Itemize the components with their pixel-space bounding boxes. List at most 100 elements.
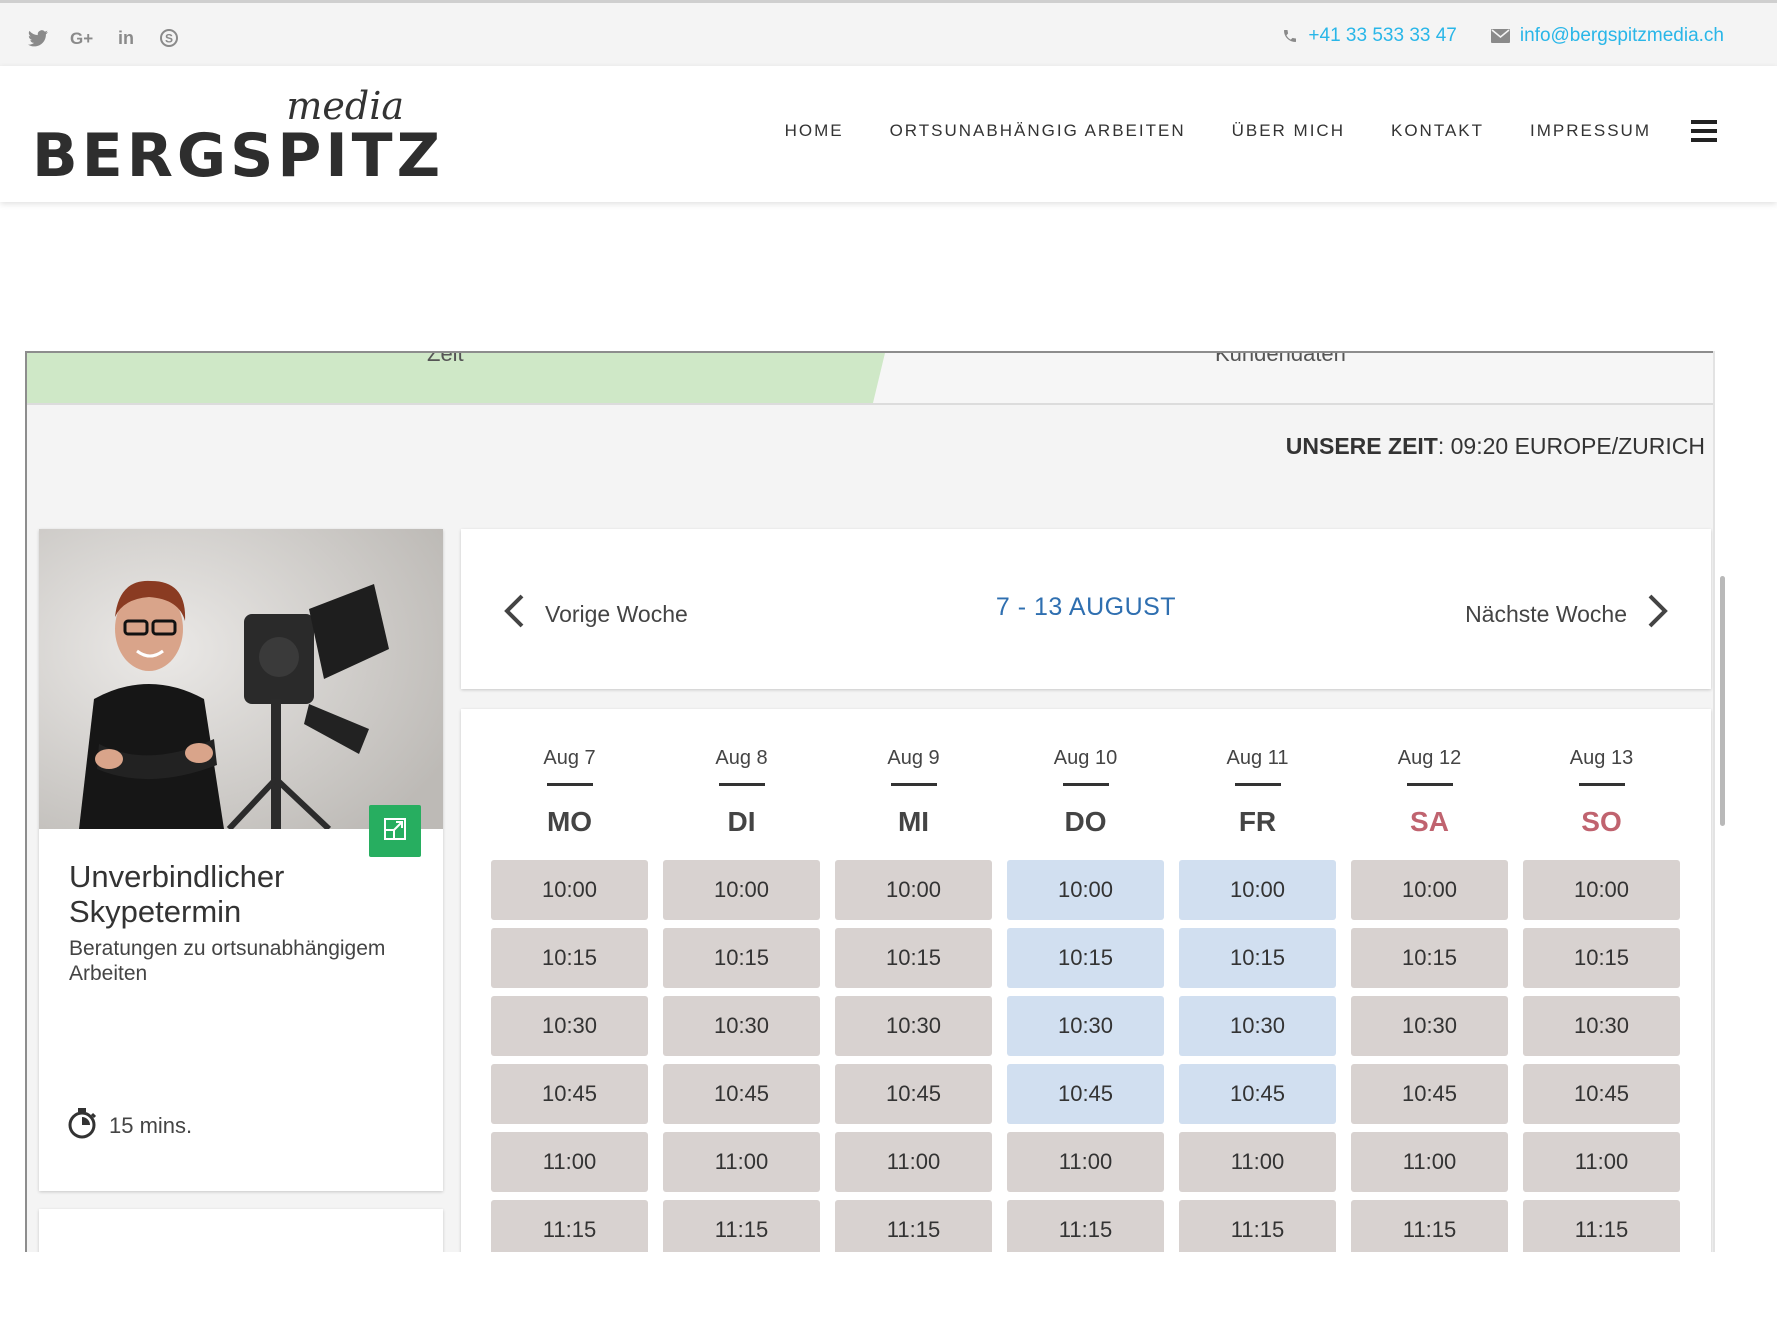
svg-text:in: in bbox=[118, 29, 134, 47]
time-slot[interactable]: 11:00 bbox=[491, 1132, 648, 1192]
time-slot[interactable]: 10:45 bbox=[1351, 1064, 1508, 1124]
step-time-label: Zeit bbox=[427, 351, 464, 366]
time-slot[interactable]: 10:45 bbox=[491, 1064, 648, 1124]
time-slot[interactable]: 10:15 bbox=[491, 928, 648, 988]
day-column: Aug 13 SO 10:00 10:15 10:30 10:45 11:00 11:15 bbox=[1523, 743, 1680, 1252]
service-subtitle: Beratungen zu ortsunabhängigem Arbeiten bbox=[69, 937, 386, 985]
time-slot[interactable]: 10:00 bbox=[1351, 860, 1508, 920]
next-week-button[interactable]: Nächste Woche bbox=[1465, 593, 1669, 635]
time-slot[interactable]: 11:15 bbox=[1523, 1200, 1680, 1252]
expand-icon bbox=[383, 817, 407, 846]
time-slot[interactable]: 10:30 bbox=[1007, 996, 1164, 1056]
twitter-icon[interactable] bbox=[28, 27, 48, 49]
time-slot[interactable]: 10:15 bbox=[663, 928, 820, 988]
time-slot[interactable]: 10:15 bbox=[1523, 928, 1680, 988]
time-slot[interactable]: 10:15 bbox=[1007, 928, 1164, 988]
day-column: Aug 11 FR 10:00 10:15 10:30 10:45 11:00 11:15 bbox=[1179, 743, 1336, 1252]
time-slot[interactable]: 11:15 bbox=[835, 1200, 992, 1252]
time-slot[interactable]: 10:00 bbox=[835, 860, 992, 920]
day-of-week: FR bbox=[1238, 806, 1277, 837]
day-of-week: DO bbox=[1064, 806, 1107, 837]
time-slot[interactable]: 10:45 bbox=[663, 1064, 820, 1124]
day-of-week: DI bbox=[727, 806, 756, 837]
day-divider bbox=[546, 783, 593, 786]
time-slot[interactable]: 10:30 bbox=[1179, 996, 1336, 1056]
time-slot[interactable]: 11:00 bbox=[1523, 1132, 1680, 1192]
day-columns: Aug 7 MO 10:00 10:15 10:30 10:45 11:00 11:15 Aug… bbox=[491, 743, 1680, 1252]
nav-ortsunabhaengig-arbeiten[interactable]: ORTSUNABHÄNGIG ARBEITEN bbox=[890, 121, 1186, 141]
service-duration: 15 mins. bbox=[67, 1107, 192, 1145]
linkedin-icon[interactable]: in bbox=[118, 27, 138, 49]
time-slot[interactable]: 10:45 bbox=[1523, 1064, 1680, 1124]
main-nav: HOME ORTSUNABHÄNGIG ARBEITEN ÜBER MICH K… bbox=[785, 120, 1717, 142]
day-of-week: SO bbox=[1581, 806, 1622, 837]
social-links: G+ in S bbox=[28, 27, 178, 49]
service-photo bbox=[39, 529, 443, 829]
skype-icon[interactable]: S bbox=[160, 27, 178, 49]
google-plus-icon[interactable]: G+ bbox=[70, 27, 96, 49]
day-date: Aug 9 bbox=[887, 747, 940, 769]
logo-brand-text: BERGSPITZ bbox=[32, 121, 445, 191]
phone-contact[interactable]: +41 33 533 33 47 bbox=[1282, 25, 1457, 47]
time-slot[interactable]: 11:00 bbox=[835, 1132, 992, 1192]
nav-impressum[interactable]: IMPRESSUM bbox=[1530, 121, 1651, 141]
expand-image-button[interactable] bbox=[369, 805, 421, 857]
chevron-right-icon bbox=[1647, 593, 1669, 635]
time-slot[interactable]: 10:15 bbox=[835, 928, 992, 988]
nav-home[interactable]: HOME bbox=[785, 121, 844, 141]
time-slot[interactable]: 10:30 bbox=[1523, 996, 1680, 1056]
day-of-week: MI bbox=[897, 806, 930, 837]
time-slot-calendar: Aug 7 MO 10:00 10:15 10:30 10:45 11:00 11:15 Aug… bbox=[461, 709, 1711, 1252]
time-slot[interactable]: 11:00 bbox=[1351, 1132, 1508, 1192]
email-address[interactable]: info@bergspitzmedia.ch bbox=[1520, 25, 1724, 47]
day-divider bbox=[1578, 783, 1625, 786]
phone-icon bbox=[1282, 28, 1298, 44]
time-slot[interactable]: 10:45 bbox=[1179, 1064, 1336, 1124]
contact-info: +41 33 533 33 47 info@bergspitzmedia.ch bbox=[1282, 25, 1724, 47]
time-slot[interactable]: 10:30 bbox=[491, 996, 648, 1056]
day-column: Aug 7 MO 10:00 10:15 10:30 10:45 11:00 11:15 bbox=[491, 743, 648, 1252]
time-slot[interactable]: 11:15 bbox=[1351, 1200, 1508, 1252]
day-date: Aug 7 bbox=[543, 747, 596, 769]
time-slot[interactable]: 11:00 bbox=[1179, 1132, 1336, 1192]
svg-text:G+: G+ bbox=[70, 29, 93, 47]
time-slot[interactable]: 10:45 bbox=[1007, 1064, 1164, 1124]
hamburger-menu-icon[interactable] bbox=[1691, 120, 1717, 142]
panel-scrollbar-thumb[interactable] bbox=[1720, 576, 1725, 826]
our-time-label: UNSERE ZEIT bbox=[1285, 433, 1438, 459]
svg-text:S: S bbox=[165, 32, 173, 46]
time-slot[interactable]: 10:00 bbox=[1179, 860, 1336, 920]
time-slot[interactable]: 10:00 bbox=[491, 860, 648, 920]
email-contact[interactable]: info@bergspitzmedia.ch bbox=[1490, 25, 1724, 47]
time-slot[interactable]: 10:15 bbox=[1351, 928, 1508, 988]
time-slot[interactable]: 11:00 bbox=[663, 1132, 820, 1192]
envelope-icon bbox=[1490, 29, 1510, 43]
time-slot[interactable]: 11:15 bbox=[1179, 1200, 1336, 1252]
time-slot[interactable]: 10:30 bbox=[1351, 996, 1508, 1056]
booking-panel: Zeit Kundendaten UNSERE ZEIT: 09:20 EURO… bbox=[25, 351, 1735, 1252]
day-date: Aug 11 bbox=[1226, 747, 1289, 769]
time-slot[interactable]: 11:15 bbox=[491, 1200, 648, 1252]
step-customer-data-label: Kundendaten bbox=[1215, 351, 1346, 366]
time-slot[interactable]: 10:00 bbox=[1007, 860, 1164, 920]
day-of-week: MO bbox=[546, 806, 593, 837]
time-slot[interactable]: 10:45 bbox=[835, 1064, 992, 1124]
service-card: Unverbindlicher Skypetermin Beratungen z… bbox=[39, 529, 443, 1191]
nav-ueber-mich[interactable]: ÜBER MICH bbox=[1232, 121, 1345, 141]
time-slot[interactable]: 10:30 bbox=[663, 996, 820, 1056]
time-slot[interactable]: 10:00 bbox=[1523, 860, 1680, 920]
day-column: Aug 12 SA 10:00 10:15 10:30 10:45 11:00 11:15 bbox=[1351, 743, 1508, 1252]
time-slot[interactable]: 10:00 bbox=[663, 860, 820, 920]
nav-kontakt[interactable]: KONTAKT bbox=[1391, 121, 1484, 141]
time-slot[interactable]: 11:00 bbox=[1007, 1132, 1164, 1192]
time-slot[interactable]: 10:15 bbox=[1179, 928, 1336, 988]
our-time: UNSERE ZEIT: 09:20 EUROPE/ZURICH bbox=[1286, 433, 1705, 460]
phone-number[interactable]: +41 33 533 33 47 bbox=[1308, 25, 1456, 47]
site-logo[interactable]: media BERGSPITZ bbox=[32, 84, 440, 192]
time-slot[interactable]: 11:15 bbox=[1007, 1200, 1164, 1252]
stopwatch-icon bbox=[67, 1107, 97, 1145]
site-header: media BERGSPITZ HOME ORTSUNABHÄNGIG ARBE… bbox=[0, 66, 1777, 202]
time-slot[interactable]: 11:15 bbox=[663, 1200, 820, 1252]
time-slot[interactable]: 10:30 bbox=[835, 996, 992, 1056]
top-bar: G+ in S +41 33 533 33 47 info@bergspitzm… bbox=[0, 0, 1777, 66]
